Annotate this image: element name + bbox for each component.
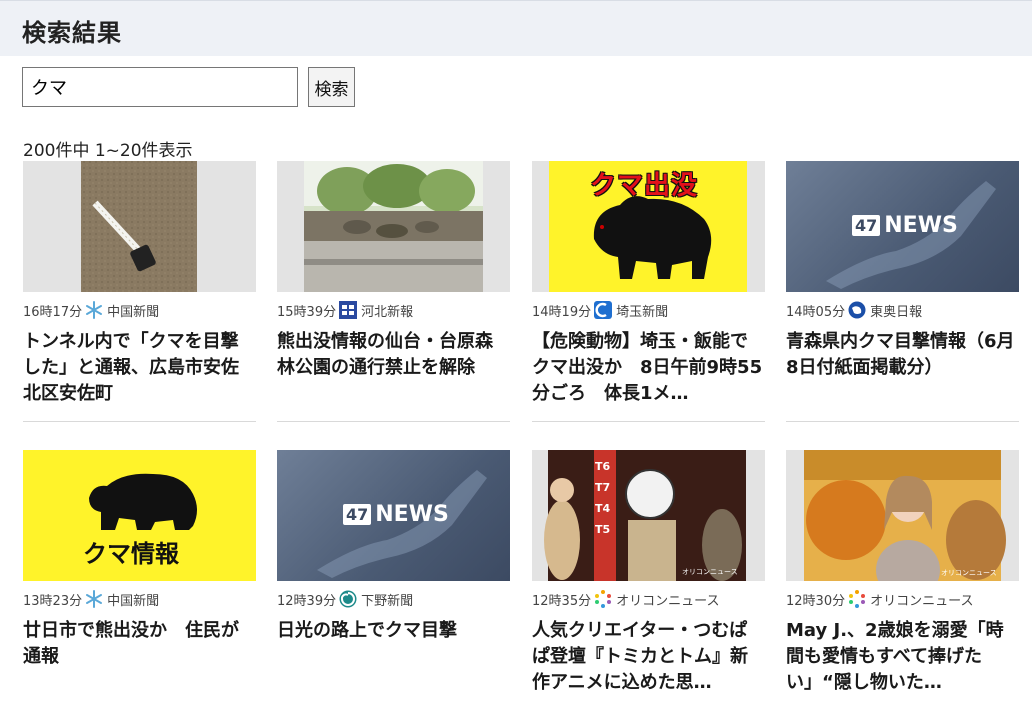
news-time: 12時39分 [277, 593, 337, 609]
page-header: 検索結果 [0, 0, 1032, 56]
news-source: オリコンニュース [616, 593, 720, 609]
oricon-icon [595, 590, 612, 608]
news-title[interactable]: May J.、2歳娘を溺愛「時間も愛情もすべて捧げたい」“隠し物いた… [786, 618, 1019, 696]
kahoku-logo-icon [339, 301, 358, 319]
stage-label: T5 [595, 523, 611, 536]
news-meta: 16時17分 中国新聞 [23, 300, 159, 320]
news-card[interactable]: オリコンニュース 12時30分 オリコンニュース May J.、2歳娘を溺愛「時… [786, 450, 1019, 693]
news47-logo-box: 47 [343, 504, 372, 525]
news-card[interactable]: クマ出没 14時19分 埼玉新聞 【危険動物】埼玉・飯能でクマ出没か 8日午前9… [532, 161, 765, 422]
news-card[interactable]: T6 T7 T4 T5 オリコンニュース 12時35分 オリコンニュース 人気ク… [532, 450, 765, 693]
news-meta: 14時05分 東奥日報 [786, 300, 922, 320]
news-title[interactable]: 廿日市で熊出没か 住民が通報 [23, 618, 256, 696]
snowflake-icon [86, 301, 103, 319]
news-source: 埼玉新聞 [616, 304, 669, 320]
news-thumbnail[interactable]: 47 NEWS [786, 161, 1019, 292]
news-title[interactable]: 青森県内クマ目撃情報（6月8日付紙面掲載分） [786, 329, 1019, 407]
stage-label: T6 [595, 460, 611, 473]
oricon-watermark: オリコンニュース [941, 569, 997, 577]
news-time: 14時19分 [532, 304, 592, 320]
news-meta: 15時39分 河北新報 [277, 300, 413, 320]
park-photo [277, 161, 510, 292]
saitama-logo-icon [594, 301, 613, 319]
news-time: 16時17分 [23, 304, 83, 320]
news-source: 東奥日報 [870, 304, 923, 320]
news-meta: 12時35分 オリコンニュース [532, 589, 719, 609]
news-title[interactable]: 【危険動物】埼玉・飯能でクマ出没か 8日午前9時55分ごろ 体長1メ… [532, 329, 765, 407]
news-time: 14時05分 [786, 304, 846, 320]
news-source: オリコンニュース [870, 593, 974, 609]
tape-measure-photo [23, 161, 256, 292]
news-thumbnail[interactable]: クマ情報 [23, 450, 256, 581]
news47-logo-text: NEWS [884, 213, 958, 238]
news-meta: 12時30分 オリコンニュース [786, 589, 973, 609]
snowflake-icon [86, 590, 103, 608]
news-source: 中国新聞 [107, 304, 160, 320]
news-thumbnail[interactable] [277, 161, 510, 292]
news-source: 中国新聞 [107, 593, 160, 609]
news47-image: 47 NEWS [786, 161, 1019, 292]
card-divider [277, 421, 510, 422]
news-source: 河北新報 [361, 304, 414, 320]
news-time: 15時39分 [277, 304, 337, 320]
news-thumbnail[interactable] [23, 161, 256, 292]
oricon-icon [849, 590, 866, 608]
news47-logo-box: 47 [852, 215, 881, 236]
globe-icon [848, 301, 866, 319]
news-card[interactable]: 15時39分 河北新報 熊出没情報の仙台・台原森林公園の通行禁止を解除 [277, 161, 510, 422]
news-time: 13時23分 [23, 593, 83, 609]
stage-label: T4 [595, 502, 611, 515]
news-time: 12時30分 [786, 593, 846, 609]
news-title[interactable]: 日光の路上でクマ目撃 [277, 618, 510, 696]
news-thumbnail[interactable]: 47 NEWS [277, 450, 510, 581]
swirl-icon [339, 590, 357, 608]
event-photo [786, 450, 1019, 581]
search-button[interactable]: 検索 [308, 67, 355, 107]
stage-photo [532, 450, 765, 581]
news-meta: 12時39分 下野新聞 [277, 589, 413, 609]
news-meta: 14時19分 埼玉新聞 [532, 300, 668, 320]
news-time: 12時35分 [532, 593, 592, 609]
oricon-watermark: オリコンニュース [682, 568, 738, 576]
page-title: 検索結果 [22, 19, 122, 47]
news47-logo: 47 NEWS [343, 502, 449, 527]
news-title[interactable]: 人気クリエイター・つむぱぱ登壇『トミカとトム』新作アニメに込めた思… [532, 618, 765, 696]
news-title[interactable]: トンネル内で「クマを目撃した」と通報、広島市安佐北区安佐町 [23, 329, 256, 407]
news-title[interactable]: 熊出没情報の仙台・台原森林公園の通行禁止を解除 [277, 329, 510, 407]
news47-image: 47 NEWS [277, 450, 510, 581]
news-card[interactable]: クマ情報 13時23分 中国新聞 廿日市で熊出没か 住民が通報 [23, 450, 256, 667]
news-thumbnail[interactable]: オリコンニュース [786, 450, 1019, 581]
result-count: 200件中 1~20件表示 [23, 141, 193, 161]
card-divider [23, 421, 256, 422]
news-card[interactable]: 47 NEWS 12時39分 下野新聞 日光の路上でクマ目撃 [277, 450, 510, 641]
bear-info-text: クマ情報 [83, 540, 179, 568]
news47-logo-text: NEWS [375, 502, 449, 527]
news-card[interactable]: 47 NEWS 14時05分 東奥日報 青森県内クマ目撃情報（6月8日付紙面掲載… [786, 161, 1019, 422]
card-divider [786, 421, 1019, 422]
news-thumbnail[interactable]: T6 T7 T4 T5 オリコンニュース [532, 450, 765, 581]
stage-labels: T6 T7 T4 T5 [595, 456, 610, 540]
search-input[interactable] [22, 67, 298, 107]
bear-warning-text: クマ出没 [590, 171, 699, 201]
news-source: 下野新聞 [361, 593, 414, 609]
stage-label: T7 [595, 481, 611, 494]
news-meta: 13時23分 中国新聞 [23, 589, 159, 609]
news47-logo: 47 NEWS [852, 213, 958, 238]
news-thumbnail[interactable]: クマ出没 [532, 161, 765, 292]
card-divider [532, 421, 765, 422]
news-card[interactable]: 16時17分 中国新聞 トンネル内で「クマを目撃した」と通報、広島市安佐北区安佐… [23, 161, 256, 422]
